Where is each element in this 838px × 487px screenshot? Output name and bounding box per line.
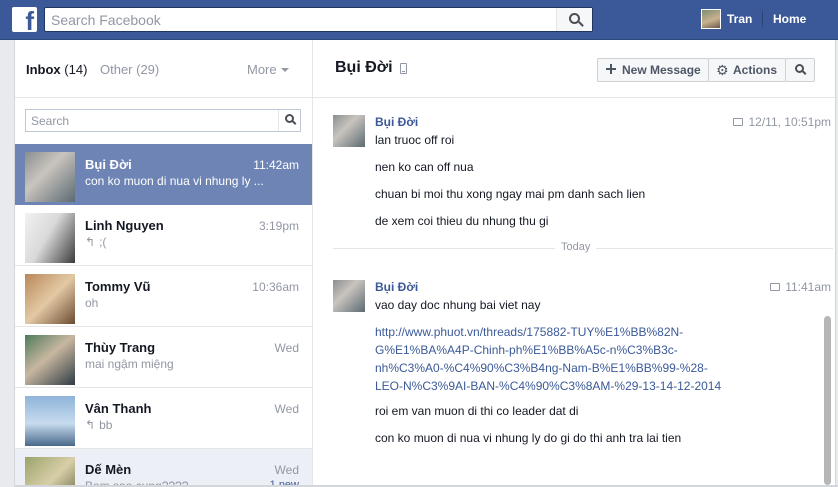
thread-item[interactable]: Dế Mèn Wed Bạm sao cung???? 1 new (15, 449, 312, 487)
inbox-label: Inbox (26, 62, 61, 77)
avatar (25, 152, 75, 202)
mobile-icon (400, 63, 407, 74)
conversation-scrollbar[interactable] (824, 316, 831, 485)
thread-item[interactable]: Linh Nguyen 3:19pm ↰ ;( (15, 205, 312, 266)
inbox-count: (14) (64, 62, 88, 77)
global-search-button[interactable] (556, 8, 592, 31)
plus-icon (606, 64, 616, 74)
thread-search-button[interactable] (278, 110, 300, 131)
date-divider: Today (333, 241, 833, 253)
thread-time: 10:36am (252, 280, 299, 294)
message-timestamp: 11:41am (770, 280, 831, 294)
message-text: de xem coi thieu du nhung thu gi (375, 214, 549, 228)
topbar-divider (762, 11, 763, 27)
timestamp-text: 11:41am (785, 280, 831, 294)
thread-time: Wed (274, 341, 299, 355)
message-text: vao day doc nhung bai viet nay (375, 298, 541, 312)
global-search-box (44, 7, 593, 32)
search-conversation-button[interactable] (785, 58, 815, 82)
gear-icon: ⚙ (716, 62, 729, 78)
message-link[interactable]: http://www.phuot.vn/threads/175882-TUY%E… (375, 323, 683, 341)
message-text: chuan bi moi thu xong ngay mai pm danh s… (375, 187, 646, 201)
thread-item[interactable]: Tommy Vũ 10:36am oh (15, 266, 312, 327)
thread-time: 11:42am (253, 158, 299, 172)
thread-list: Bụi Đời 11:42am con ko muon di nua vi nh… (15, 98, 313, 487)
tab-inbox[interactable]: Inbox (14) (26, 62, 87, 77)
facebook-logo[interactable]: f (12, 6, 37, 36)
global-search-input[interactable] (45, 8, 555, 31)
more-dropdown[interactable]: More (247, 62, 289, 77)
avatar (25, 457, 75, 487)
avatar (25, 335, 75, 385)
thread-preview: oh (85, 296, 99, 310)
actions-button[interactable]: ⚙ Actions (708, 58, 786, 82)
message-link[interactable]: LEO-N%C3%9AI-BAN-%C4%90%C3%8AM-%29-13-14… (375, 377, 721, 395)
thread-name: Bụi Đời (85, 157, 132, 172)
message-author[interactable]: Bụi Đời (375, 280, 418, 294)
conversation-header: Bụi Đời New Message ⚙ Actions (313, 40, 835, 98)
search-icon (569, 13, 580, 24)
user-avatar[interactable] (701, 9, 721, 29)
message-text: con ko muon di nua vi nhung ly do gi do … (375, 431, 682, 445)
message-text: roi em van muon di thi co leader dat di (375, 404, 579, 418)
chat-icon (770, 283, 781, 291)
thread-preview: con ko muon di nua vi nhung ly ... (85, 174, 264, 188)
thread-preview: mai ngậm miệng (85, 357, 174, 371)
thread-item[interactable]: Thùy Trang Wed mai ngậm miệng (15, 327, 312, 388)
new-message-button[interactable]: New Message (597, 58, 709, 82)
search-icon (795, 64, 804, 73)
thread-name: Dế Mèn (85, 462, 132, 477)
thread-time: Wed (274, 402, 299, 416)
thread-item[interactable]: Vân Thanh Wed ↰ bb (15, 388, 312, 449)
conversation-view: Bụi Đời 12/11, 10:51pm lan truoc off roi… (313, 98, 835, 487)
chat-icon (733, 118, 744, 126)
timestamp-text: 12/11, 10:51pm (748, 115, 831, 129)
avatar (25, 213, 75, 263)
user-name-link[interactable]: Tran (727, 12, 752, 26)
thread-name: Linh Nguyen (85, 218, 164, 233)
home-link[interactable]: Home (773, 12, 806, 26)
messages-panel: Inbox (14) Other (29) More Bụi Đời New M… (14, 40, 836, 487)
thread-search-box (25, 109, 301, 132)
avatar[interactable] (333, 280, 365, 312)
avatar[interactable] (333, 115, 365, 147)
caret-down-icon (280, 68, 289, 72)
new-message-label: New Message (622, 63, 701, 77)
avatar (25, 274, 75, 324)
reply-icon: ↰ (85, 235, 96, 249)
folder-tabs: Inbox (14) Other (29) More (15, 40, 313, 98)
avatar (25, 396, 75, 446)
thread-name: Vân Thanh (85, 401, 152, 416)
thread-time: 3:19pm (258, 219, 299, 233)
message-link[interactable]: nh%C3%A0-%C4%90%C3%B4ng-Nam-B%E1%BB%99-%… (375, 359, 708, 377)
search-icon (285, 114, 294, 123)
divider-label: Today (555, 241, 597, 253)
message-timestamp: 12/11, 10:51pm (733, 115, 831, 129)
conversation-title[interactable]: Bụi Đời (335, 59, 393, 77)
message-author[interactable]: Bụi Đời (375, 115, 418, 129)
message-link[interactable]: G%E1%BA%A4P-Chinh-ph%E1%BB%A5c-n%C3%B3c- (375, 341, 678, 359)
actions-label: Actions (733, 63, 778, 77)
message-text: nen ko can off nua (375, 160, 474, 174)
thread-time: Wed (274, 463, 299, 477)
reply-icon: ↰ (85, 418, 96, 432)
preview-text: bb (99, 418, 113, 432)
thread-name: Thùy Trang (85, 340, 156, 355)
tab-other[interactable]: Other (29) (100, 62, 159, 77)
thread-preview: ↰ ;( (85, 235, 285, 249)
thread-item[interactable]: Bụi Đời 11:42am con ko muon di nua vi nh… (15, 144, 312, 205)
top-bar: f Tran Home (0, 0, 838, 40)
thread-name: Tommy Vũ (85, 279, 151, 294)
message-text: lan truoc off roi (375, 133, 455, 147)
preview-text: ;( (99, 235, 107, 249)
more-label: More (247, 62, 277, 77)
thread-preview: ↰ bb (85, 418, 285, 432)
logo-letter: f (25, 6, 34, 36)
thread-search-input[interactable] (26, 110, 276, 131)
